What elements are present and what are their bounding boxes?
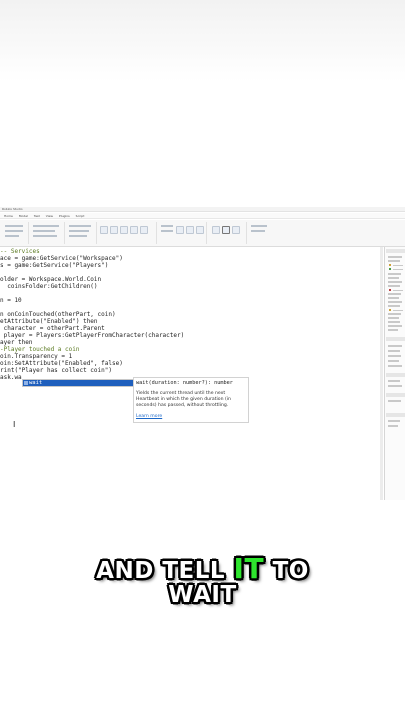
code-line[interactable]: player = Players:GetPlayerFromCharacter(…: [0, 332, 185, 339]
test-button-icon[interactable]: [212, 226, 220, 234]
ribbon-group-navigate: [30, 222, 65, 244]
format-button-icon[interactable]: [110, 226, 118, 234]
menu-item-script[interactable]: Script: [76, 213, 85, 218]
code-line[interactable]: character = otherPart.Parent: [0, 325, 184, 332]
test-button-icon[interactable]: [232, 226, 240, 234]
ribbon-group-test: [208, 222, 247, 244]
test-button-icon[interactable]: [222, 226, 230, 234]
menu-item-test[interactable]: Test: [34, 213, 40, 218]
debug-button-icon[interactable]: [196, 226, 204, 234]
window-title: Roblox Studio: [0, 207, 405, 212]
ribbon-group-misc: [248, 222, 272, 244]
code-line[interactable]: -- Services: [0, 248, 184, 255]
code-line[interactable]: oin:SetAttribute("Enabled", false): [0, 360, 184, 367]
autocomplete-popup: wait: [22, 379, 134, 387]
function-icon: [24, 380, 28, 385]
format-button-icon[interactable]: [100, 226, 108, 234]
code-line[interactable]: [0, 304, 184, 311]
code-line[interactable]: s = game:GetService("Players"): [0, 262, 184, 269]
caption-text: AND TELL: [96, 558, 234, 584]
autocomplete-item-label: wait: [29, 380, 43, 386]
menu-item-model[interactable]: Model: [19, 213, 28, 218]
menu-item-view[interactable]: View: [46, 213, 53, 218]
menu-item-home[interactable]: Home: [4, 213, 13, 218]
explorer-header: [386, 249, 405, 253]
code-line[interactable]: etAttribute("Enabled") then: [0, 318, 184, 325]
debug-button-icon[interactable]: [176, 226, 184, 234]
blurred-background-top: [0, 0, 405, 205]
caption-line-1: AND TELL IT TO: [0, 552, 405, 585]
editor-scrollbar[interactable]: [380, 247, 383, 500]
learn-more-link[interactable]: Learn more: [136, 414, 162, 419]
menu-bar: Home Model Test View Plugins Script: [0, 213, 405, 219]
code-line[interactable]: coinsFolder:GetChildren(): [0, 283, 184, 290]
format-button-icon[interactable]: [140, 226, 148, 234]
ribbon-group-format: [98, 222, 157, 244]
properties-section: [386, 413, 405, 417]
code-line[interactable]: n onCoinTouched(otherPart, coin): [0, 311, 184, 318]
script-editor[interactable]: -- Services ace = game:GetService("Worksp…: [0, 247, 380, 500]
text-cursor-icon: I: [13, 420, 16, 429]
debug-button-icon[interactable]: [186, 226, 194, 234]
explorer-properties-panel: [384, 247, 405, 500]
studio-window: Roblox Studio Home Model Test View Plugi…: [0, 207, 405, 502]
caption-text: TO: [264, 558, 309, 584]
code-line[interactable]: ayer then: [0, 339, 184, 346]
ribbon-toolbar: [0, 220, 405, 247]
code-line[interactable]: rint("Player has collect coin"): [0, 367, 184, 374]
code-line[interactable]: n = 10: [0, 297, 184, 304]
code-line[interactable]: oin.Transparency = 1: [0, 353, 184, 360]
ribbon-group-clipboard: [2, 222, 29, 244]
documentation-tooltip: wait(duration: number?): number Yields t…: [133, 377, 249, 423]
properties-section: [386, 373, 405, 377]
caption-highlight: IT: [233, 552, 265, 585]
code-area[interactable]: -- Services ace = game:GetService("Worksp…: [0, 248, 184, 381]
function-description: Yields the current thread until the next…: [136, 391, 231, 408]
format-button-icon[interactable]: [130, 226, 138, 234]
menu-item-plugins[interactable]: Plugins: [59, 213, 70, 218]
format-button-icon[interactable]: [120, 226, 128, 234]
ribbon-group-debug: [158, 222, 207, 244]
function-signature: wait(duration: number?): number: [136, 380, 233, 386]
ribbon-group-actions: [66, 222, 97, 244]
code-line[interactable]: [0, 290, 184, 297]
code-line[interactable]: -Player touched a coin: [0, 346, 184, 353]
properties-header: [386, 337, 405, 341]
code-line[interactable]: older = Workspace.World.Coin: [0, 276, 184, 283]
code-line[interactable]: ace = game:GetService("Workspace"): [0, 255, 184, 262]
code-line[interactable]: [0, 269, 184, 276]
properties-section: [386, 393, 405, 397]
caption-line-2: WAIT: [168, 582, 237, 608]
autocomplete-item-selected[interactable]: wait: [23, 380, 133, 386]
